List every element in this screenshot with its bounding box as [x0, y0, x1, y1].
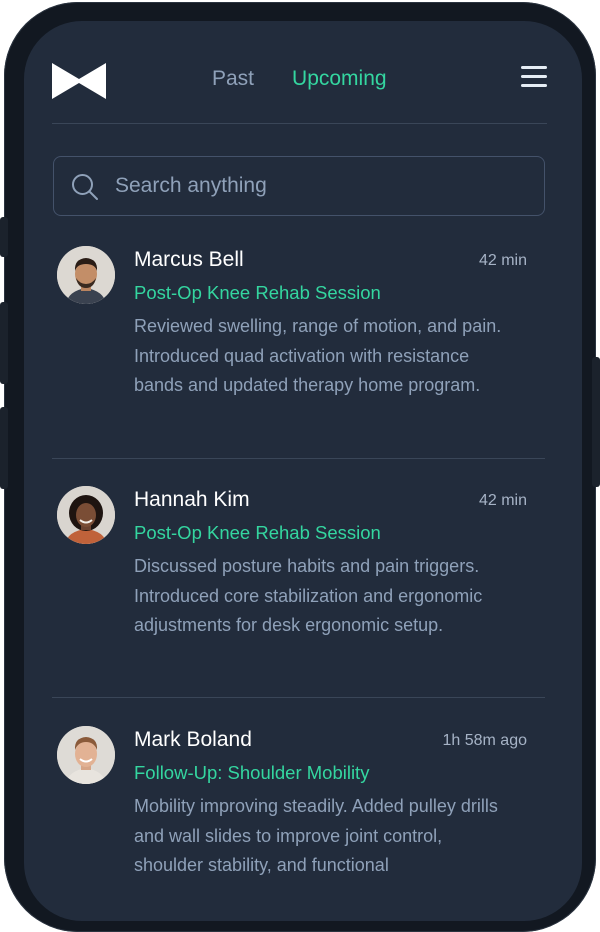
session-item[interactable]: Marcus Bell 42 min Post-Op Knee Rehab Se…: [52, 246, 547, 446]
session-title: Post-Op Knee Rehab Session: [134, 522, 381, 543]
session-item[interactable]: Hannah Kim 42 min Post-Op Knee Rehab Ses…: [52, 486, 547, 686]
tab-upcoming[interactable]: Upcoming: [292, 67, 387, 91]
session-title: Post-Op Knee Rehab Session: [134, 282, 381, 303]
phone-side-button: [0, 217, 8, 257]
patient-name: Marcus Bell: [134, 248, 244, 271]
session-time: 42 min: [478, 252, 527, 269]
phone-frame: Past Upcoming Search anything Marcus Bel…: [0, 2, 600, 932]
list-divider: [52, 697, 545, 698]
session-time: 1h 58m ago: [442, 732, 527, 749]
session-title: Follow-Up: Shoulder Mobility: [134, 762, 370, 783]
tab-past[interactable]: Past: [212, 67, 254, 91]
bowtie-logo-icon[interactable]: [52, 63, 106, 99]
session-description: Mobility improving steadily. Added pulle…: [134, 796, 498, 875]
search-input[interactable]: [115, 157, 525, 215]
session-description: Reviewed swelling, range of motion, and …: [134, 316, 502, 395]
search-bar[interactable]: [53, 156, 545, 216]
patient-name: Hannah Kim: [134, 488, 250, 511]
app-header: Past Upcoming: [52, 61, 547, 101]
search-icon: [72, 174, 98, 200]
phone-power-button: [592, 357, 600, 487]
avatar: [57, 486, 115, 544]
tab-bar: Past Upcoming: [212, 67, 387, 91]
hamburger-menu-icon[interactable]: [521, 66, 547, 88]
avatar: [57, 246, 115, 304]
phone-volume-up-button: [0, 302, 8, 384]
session-time: 42 min: [478, 492, 527, 509]
app-screen: Past Upcoming Search anything Marcus Bel…: [24, 21, 582, 921]
header-divider: [52, 123, 547, 124]
session-description: Discussed posture habits and pain trigge…: [134, 556, 483, 635]
avatar: [57, 726, 115, 784]
list-divider: [52, 458, 545, 459]
session-item[interactable]: Mark Boland 1h 58m ago Follow-Up: Should…: [52, 726, 547, 921]
phone-volume-down-button: [0, 407, 8, 489]
patient-name: Mark Boland: [134, 728, 252, 751]
